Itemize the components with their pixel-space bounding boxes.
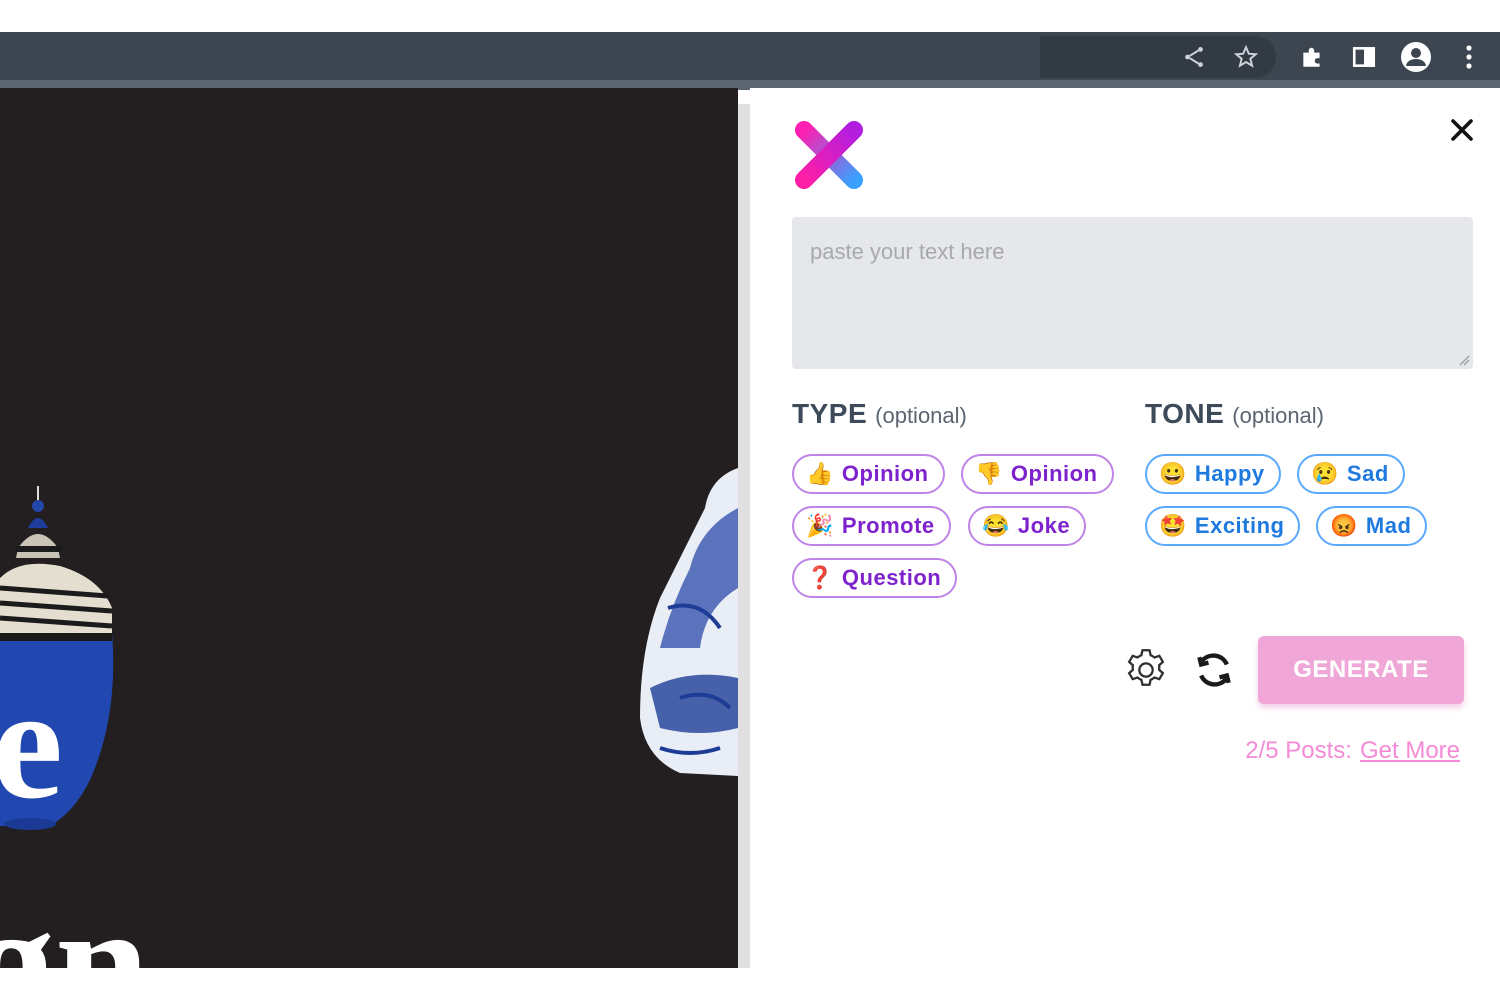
type-chip-promote[interactable]: 🎉 Promote — [792, 506, 951, 546]
chip-label: Opinion — [1010, 461, 1098, 486]
type-chip-opinion-down[interactable]: 👎 Opinion — [961, 454, 1114, 494]
posts-quota: 2/5 Posts: Get More — [1245, 737, 1460, 765]
type-title: TYPE — [792, 398, 868, 429]
thumbs-down-icon: 👎 — [975, 461, 1003, 486]
type-chip-joke[interactable]: 😂 Joke — [968, 506, 1087, 546]
chip-label: Exciting — [1194, 513, 1285, 538]
crying-face-icon: 😢 — [1311, 461, 1339, 486]
more-menu-icon[interactable] — [1451, 39, 1487, 75]
vase-illustration — [0, 468, 738, 830]
page-heading-fragment-2: gn — [0, 869, 150, 968]
text-input[interactable] — [792, 217, 1473, 369]
screen: e gn TYPE (optional) — [0, 0, 1500, 1000]
get-more-link[interactable]: Get More — [1360, 737, 1460, 764]
extensions-icon[interactable] — [1294, 39, 1330, 75]
refresh-icon[interactable] — [1188, 644, 1240, 696]
posts-count: 2/5 Posts: — [1245, 737, 1352, 764]
background-webpage: e gn — [0, 88, 738, 968]
type-optional: (optional) — [875, 403, 967, 428]
page-heading-fragment: e — [0, 654, 64, 832]
profile-icon[interactable] — [1398, 39, 1434, 75]
close-icon[interactable] — [1444, 112, 1480, 148]
chip-label: Happy — [1194, 461, 1265, 486]
chip-label: Joke — [1017, 513, 1071, 538]
chip-label: Mad — [1365, 513, 1412, 538]
laughing-face-icon: 😂 — [982, 513, 1010, 538]
star-struck-icon: 🤩 — [1159, 513, 1187, 538]
share-icon[interactable] — [1176, 39, 1212, 75]
app-logo — [792, 118, 866, 192]
tone-chip-exciting[interactable]: 🤩 Exciting — [1145, 506, 1301, 546]
grinning-face-icon: 😀 — [1159, 461, 1187, 486]
star-icon[interactable] — [1228, 39, 1264, 75]
tone-chip-mad[interactable]: 😡 Mad — [1316, 506, 1428, 546]
type-chip-question[interactable]: ❓ Question — [792, 558, 958, 598]
chip-label: Opinion — [841, 461, 929, 486]
panel-divider — [738, 104, 750, 968]
tone-chip-sad[interactable]: 😢 Sad — [1297, 454, 1405, 494]
question-mark-icon: ❓ — [806, 565, 834, 590]
thumbs-up-icon: 👍 — [806, 461, 834, 486]
chip-label: Promote — [841, 513, 935, 538]
party-popper-icon: 🎉 — [806, 513, 834, 538]
chip-label: Sad — [1346, 461, 1389, 486]
angry-face-icon: 😡 — [1330, 513, 1358, 538]
tone-chip-happy[interactable]: 😀 Happy — [1145, 454, 1281, 494]
type-chip-opinion-up[interactable]: 👍 Opinion — [792, 454, 945, 494]
type-heading: TYPE (optional) — [792, 398, 967, 430]
tone-title: TONE — [1145, 398, 1225, 429]
resize-grip-icon[interactable] — [1458, 354, 1470, 366]
side-panel-icon[interactable] — [1346, 39, 1382, 75]
chip-label: Question — [841, 565, 942, 590]
tone-optional: (optional) — [1232, 403, 1324, 428]
tone-heading: TONE (optional) — [1145, 398, 1324, 430]
settings-gear-icon[interactable] — [1120, 644, 1172, 696]
generate-button[interactable]: GENERATE — [1258, 636, 1464, 704]
